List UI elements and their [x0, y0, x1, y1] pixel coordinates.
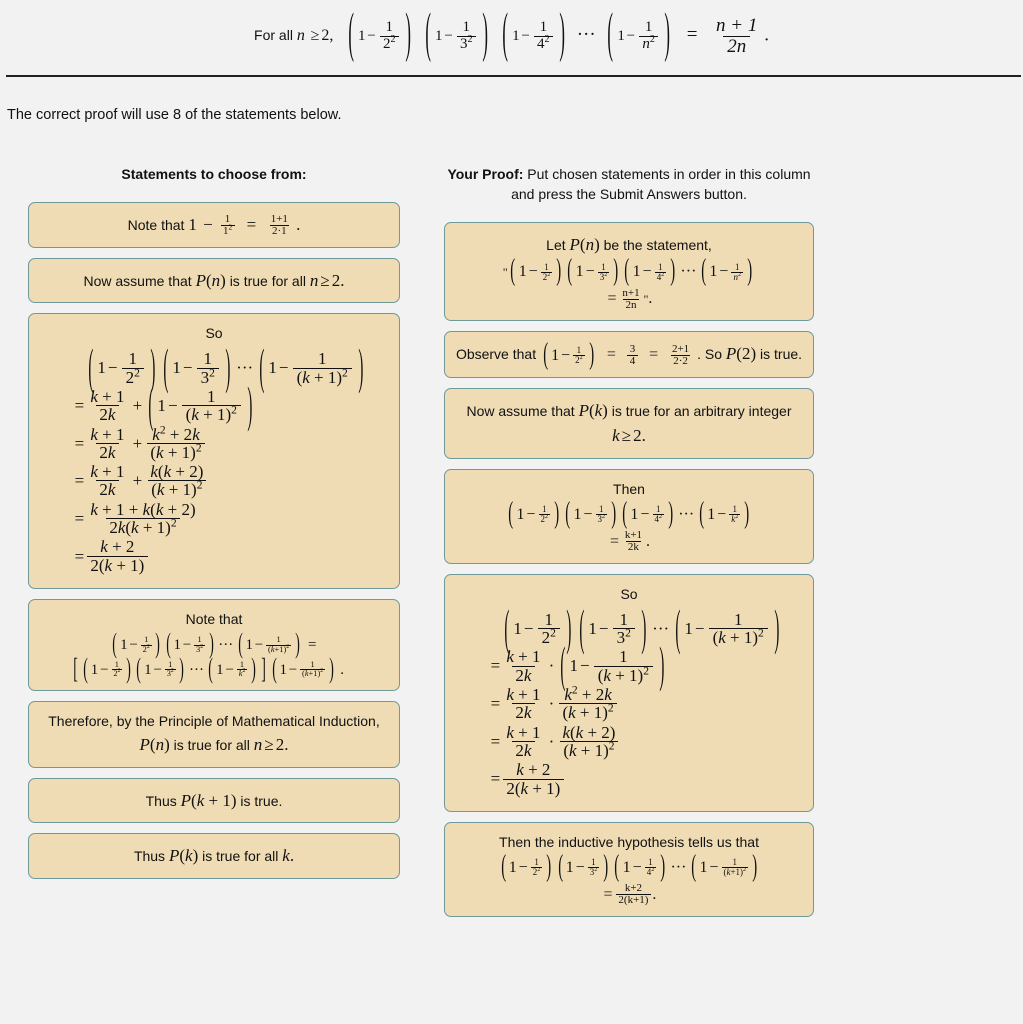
statement-therefore-pmi[interactable]: Therefore, by the Principle of Mathemati… — [28, 701, 400, 768]
frac-denominator-exponent: 2 — [228, 222, 233, 232]
observe-tail-post: is true. — [760, 346, 803, 363]
trailing-period: . — [645, 532, 650, 550]
derivation-line: = k + 1 2k + k2 + 2k (k + 1)2 — [63, 424, 208, 462]
observe-prefix: Observe that — [455, 346, 537, 363]
pmi-middle: is true for all — [173, 737, 250, 754]
derivation-operator: · — [548, 693, 555, 713]
proof-item-so-multiplicative[interactable]: So (1−1 22) (1−1 32) ··· (1−1 (k + 1)2) = k… — [444, 573, 814, 812]
statement-prefix-text: Note that — [127, 216, 185, 233]
assume-prefix: Now assume that — [83, 272, 192, 289]
ih-tells-product: (1−1 22) (1−1 32) (1−1 42) ··· (1−1 (k+1)2) — [500, 850, 758, 884]
note-split-lhs: (1−1 22) (1−1 32) ··· (1−1 (k+1)2) = — [112, 629, 317, 661]
then-product: (1−1 22) (1−1 32) (1−1 42) ··· (1−1 k2) — [508, 497, 750, 530]
assume-pk-middle: is true for an arbitrary integer — [611, 402, 792, 419]
so-multiplicative-derivation: (1−1 22) (1−1 32) ··· (1−1 (k + 1)2) = k + … — [455, 600, 803, 797]
derivation-operator: + — [132, 471, 143, 491]
theorem-bound: 2, — [321, 27, 334, 44]
note-split-equation: (1−1 22) (1−1 32) ··· (1−1 (k+1)2) = [ (1−1… — [39, 629, 389, 685]
intro-instruction: The correct proof will use 8 of the stat… — [7, 107, 342, 123]
trailing-period: . — [652, 885, 657, 903]
proof-item-now-assume-pk[interactable]: Now assume that P(k) is true for an arbi… — [444, 387, 814, 459]
statement-note-that-split-product[interactable]: Note that (1−1 22) (1−1 32) ··· (1−1 (k+1)2… — [28, 599, 400, 692]
observe-frac1-den: 4 — [627, 355, 638, 367]
thus-suffix: is true. — [240, 792, 283, 809]
thus-middle: is true for all — [202, 848, 279, 865]
observe-frac2-num: 2+1 — [671, 342, 690, 355]
assume-middle: is true for all — [229, 272, 306, 289]
ih-tells-result: = k+2 2(k+1). — [603, 882, 657, 907]
derivation-line: = k + 1 2k · k2 + 2k (k + 1)2 — [479, 684, 620, 722]
observe-frac1-num: 3 — [629, 342, 636, 355]
theorem-statement: For all n ≥2, (1−1 22) (1−1 32) (1−1 42) ··… — [0, 0, 1023, 72]
theorem-prefix-text: For all — [254, 27, 293, 43]
theorem-period: . — [764, 24, 769, 46]
observe-frac2-den: 2·2 — [670, 355, 691, 367]
thus-prefix: Thus — [145, 792, 177, 809]
ih-tells-equation: (1−1 22) (1−1 32) (1−1 42) ··· (1−1 (k+1)2) … — [455, 850, 803, 907]
theorem-prefix: For all n ≥2, — [254, 27, 333, 45]
ih-rhs-den: 2(k+1) — [616, 894, 651, 906]
trailing-period: . — [648, 290, 653, 308]
your-proof-instructions: Put chosen statements in order in this c… — [511, 166, 811, 202]
derivation-operator: · — [548, 656, 555, 676]
note-split-rhs: [ (1−1 22) (1−1 32) ··· (1−1 k2) ] (1−1 (k+1… — [72, 654, 344, 685]
derivation-operator: · — [548, 731, 555, 751]
let-pn-post: be the statement, — [603, 236, 712, 253]
theorem-rhs-denominator: 2n — [723, 35, 751, 56]
theorem-rhs-numerator: n + 1 — [716, 15, 758, 37]
observe-tail: . So — [697, 346, 723, 363]
theorem-relation: ≥ — [310, 27, 320, 44]
statement-thus-pk-true-all-k[interactable]: Thus P(k) is true for all k. — [28, 833, 400, 879]
theorem-equation: (1−1 22) (1−1 32) (1−1 42) ··· (1−1 n2) = n … — [347, 4, 769, 65]
frac2-numerator: 1+1 — [270, 213, 288, 226]
derivation-operator: + — [132, 395, 143, 415]
statements-bank-heading: Statements to choose from: — [121, 166, 307, 182]
statements-bank-column: Statements to choose from: Note that 1 −… — [28, 165, 400, 889]
proof-item-ih-tells-us[interactable]: Then the inductive hypothesis tells us t… — [444, 821, 814, 917]
then-equation: (1−1 22) (1−1 32) (1−1 42) ··· (1−1 k2) = k+… — [455, 497, 803, 554]
trailing-period: . — [296, 214, 301, 234]
note-split-caption: Note that — [185, 611, 243, 628]
statement-note-that-base-case[interactable]: Note that 1 − 1 12 = 1+1 2·1 . — [28, 201, 400, 248]
statement-thus-pk1-true[interactable]: Thus P(k + 1) is true. — [28, 777, 400, 824]
frac2-denominator: 2·1 — [269, 225, 290, 237]
proof-item-let-pn[interactable]: Let P(n) be the statement, " (1−1 22) (1−… — [444, 221, 814, 322]
let-pn-equation: " (1−1 22) (1−1 32) (1−1 42) ··· (1−1 n2) = … — [455, 255, 803, 311]
so-additive-derivation: (1−1 22) (1−1 32) ··· (1−1 (k + 1)2) = k + … — [39, 339, 389, 574]
derivation-line: = k + 1 + k(k + 2) 2k(k + 1)2 — [74, 499, 196, 538]
statement-one: 1 — [188, 214, 197, 234]
theorem-banner: For all n ≥2, (1−1 22) (1−1 32) (1−1 42) ··… — [0, 0, 1023, 77]
then-caption: Then — [613, 480, 645, 497]
proof-item-then-ih[interactable]: Then (1−1 22) (1−1 32) (1−1 42) ··· (1−1 k2)… — [444, 468, 814, 564]
let-pn-product: " (1−1 22) (1−1 32) (1−1 42) ··· (1−1 n2) — [502, 255, 753, 288]
assume-pk-prefix: Now assume that — [466, 402, 575, 419]
ih-tells-caption: Then the inductive hypothesis tells us t… — [499, 833, 759, 850]
theorem-variable: n — [296, 27, 305, 44]
derivation-line: = k + 1 2k · k(k + 2) (k + 1)2 — [479, 723, 622, 760]
your-proof-heading: Your Proof: Put chosen statements in ord… — [444, 165, 814, 205]
then-rhs-den: 2k — [625, 541, 642, 553]
rhs-denominator: 2n — [623, 298, 639, 311]
derivation-line: = k + 2 2(k + 1) — [479, 761, 566, 797]
statement-so-additive[interactable]: So (1−1 22) (1−1 32) ··· (1−1 (k + 1)2) = k… — [28, 313, 400, 590]
derivation-line: = k + 2 2(k + 1) — [63, 538, 150, 574]
derivation-line: (1−1 22) (1−1 32) ··· (1−1 (k + 1)2) — [504, 600, 780, 656]
derivation-line: = k + 1 2k + k(k + 2) (k + 1)2 — [63, 463, 210, 499]
derivation-operator: + — [132, 433, 143, 453]
derivation-line: (1−1 22) (1−1 32) ··· (1−1 (k + 1)2) — [88, 339, 364, 395]
equals-sign: = — [246, 214, 257, 234]
ih-rhs-num: k+2 — [624, 882, 643, 895]
horizontal-divider — [6, 75, 1021, 77]
thus-prefix: Thus — [133, 848, 166, 865]
proof-item-observe-base-case[interactable]: Observe that (1−1 22) = 34 = 2+1 2·2 . So … — [444, 331, 814, 378]
pmi-prefix: Therefore, by the Principle of Mathemati… — [48, 713, 380, 730]
statement-now-assume-pn[interactable]: Now assume that P(n) is true for all n ≥2… — [28, 257, 400, 304]
your-proof-label: Your Proof: — [447, 166, 524, 182]
your-proof-column: Your Proof: Put chosen statements in ord… — [444, 165, 814, 927]
